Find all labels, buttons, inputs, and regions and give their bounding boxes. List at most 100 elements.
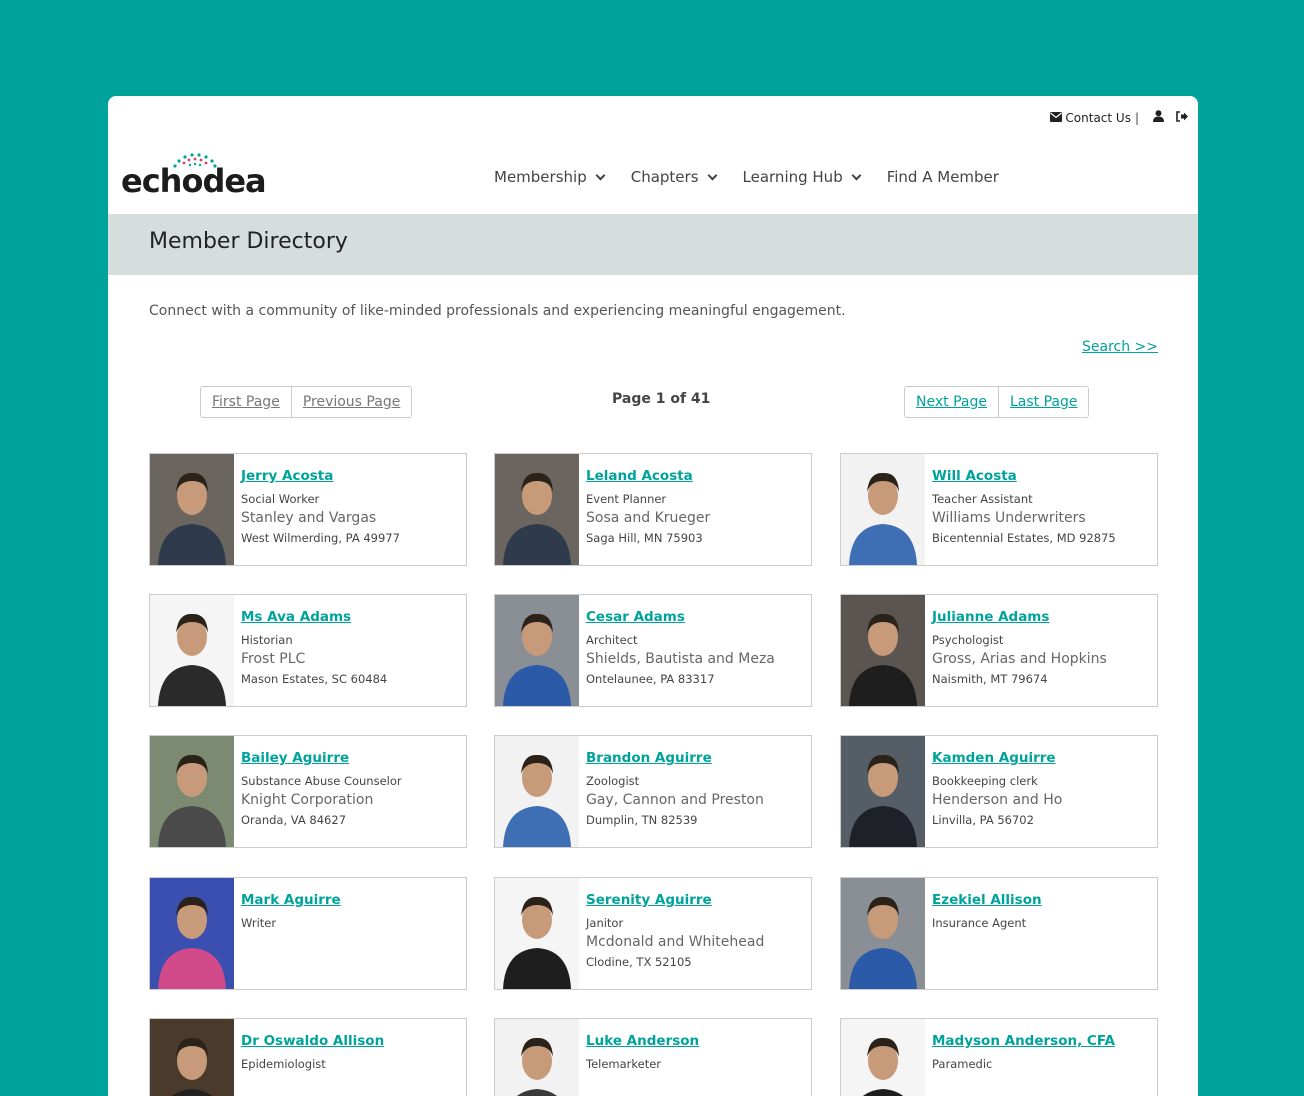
member-info: Ezekiel Allison Insurance Agent [932,892,1151,934]
member-photo[interactable] [841,454,925,565]
member-location: Clodine, TX 52105 [586,955,692,969]
member-name-link[interactable]: Leland Acosta [586,468,805,484]
member-location: Oranda, VA 84627 [241,813,347,827]
member-info: Dr Oswaldo Allison Epidemiologist [241,1033,460,1075]
member-photo[interactable] [495,454,579,565]
member-organization: Stanley and Vargas [241,510,377,526]
member-info: Will Acosta Teacher Assistant Williams Und… [932,468,1151,545]
nav-find-a-member[interactable]: Find A Member [887,168,999,186]
member-name-link[interactable]: Madyson Anderson, CFA [932,1033,1151,1049]
member-name-link[interactable]: Bailey Aguirre [241,750,460,766]
pager-left: First Page Previous Page [200,386,413,418]
nav-chapters-label: Chapters [630,168,699,186]
nav-membership-label: Membership [494,168,587,186]
member-info: Leland Acosta Event Planner Sosa and Krueg… [586,468,805,545]
nav-membership[interactable]: Membership [494,168,606,186]
member-card: Ms Ava Adams Historian Frost PLC Mason Esta… [149,594,467,707]
member-name-link[interactable]: Jerry Acosta [241,468,460,484]
member-photo[interactable] [841,595,925,706]
first-page-button[interactable]: First Page [201,387,292,417]
member-location: Bicentennial Estates, MD 92875 [932,531,1116,545]
top-utility-bar: Contact Us | [1050,110,1188,125]
echodea-logo[interactable]: echodea [121,152,281,202]
member-job-title: Janitor [586,916,624,930]
member-location: Dumplin, TN 82539 [586,813,698,827]
last-page-button[interactable]: Last Page [999,387,1089,417]
member-organization: Mcdonald and Whitehead [586,934,765,950]
member-job-title: Architect [586,633,638,647]
member-photo[interactable] [150,1019,234,1096]
member-job-title: Zoologist [586,774,640,788]
member-name-link[interactable]: Will Acosta [932,468,1151,484]
member-name-link[interactable]: Dr Oswaldo Allison [241,1033,460,1049]
member-organization: Henderson and Ho [932,792,1063,808]
search-link[interactable]: Search >> [1082,339,1158,355]
member-location: West Wilmerding, PA 49977 [241,531,400,545]
main-nav: Membership Chapters Learning Hub Find A … [494,168,1026,186]
member-organization: Shields, Bautista and Meza [586,651,775,667]
member-info: Ms Ava Adams Historian Frost PLC Mason Esta… [241,609,460,686]
member-info: Serenity Aguirre Janitor Mcdonald and Whit… [586,892,805,969]
previous-page-button[interactable]: Previous Page [292,387,412,417]
nav-learning-hub[interactable]: Learning Hub [743,168,862,186]
contact-us-link[interactable]: Contact Us [1065,111,1131,125]
member-location: Mason Estates, SC 60484 [241,672,388,686]
member-photo[interactable] [150,736,234,847]
user-icon[interactable] [1153,110,1164,125]
member-job-title: Writer [241,916,277,930]
member-photo[interactable] [150,878,234,989]
page-title-bar: Member Directory [108,214,1198,275]
member-location: Naismith, MT 79674 [932,672,1048,686]
member-job-title: Paramedic [932,1057,993,1071]
member-info: Cesar Adams Architect Shields, Bautista an… [586,609,805,686]
next-page-button[interactable]: Next Page [905,387,999,417]
member-photo[interactable] [841,1019,925,1096]
member-name-link[interactable]: Ezekiel Allison [932,892,1151,908]
member-photo[interactable] [841,736,925,847]
member-name-link[interactable]: Cesar Adams [586,609,805,625]
member-card: Madyson Anderson, CFA Paramedic [840,1018,1158,1096]
member-info: Kamden Aguirre Bookkeeping clerk Henderson… [932,750,1151,827]
member-name-link[interactable]: Ms Ava Adams [241,609,460,625]
member-info: Madyson Anderson, CFA Paramedic [932,1033,1151,1075]
chevron-down-icon [595,170,606,180]
member-info: Mark Aguirre Writer [241,892,460,934]
member-job-title: Psychologist [932,633,1004,647]
member-job-title: Insurance Agent [932,916,1027,930]
member-info: Julianne Adams Psychologist Gross, Arias a… [932,609,1151,686]
page-title: Member Directory [149,229,348,254]
member-card: Cesar Adams Architect Shields, Bautista an… [494,594,812,707]
member-info: Bailey Aguirre Substance Abuse Counselor K… [241,750,460,827]
member-photo[interactable] [150,454,234,565]
member-name-link[interactable]: Serenity Aguirre [586,892,805,908]
member-name-link[interactable]: Kamden Aguirre [932,750,1151,766]
member-photo[interactable] [495,595,579,706]
member-name-link[interactable]: Brandon Aguirre [586,750,805,766]
member-card: Will Acosta Teacher Assistant Williams Und… [840,453,1158,566]
member-info: Luke Anderson Telemarketer [586,1033,805,1075]
member-photo[interactable] [150,595,234,706]
intro-text: Connect with a community of like-minded … [149,303,846,319]
member-card: Brandon Aguirre Zoologist Gay, Cannon and … [494,735,812,848]
divider: | [1134,110,1139,125]
member-photo[interactable] [495,736,579,847]
member-location: Saga Hill, MN 75903 [586,531,703,545]
chevron-down-icon [851,170,862,180]
member-photo[interactable] [495,1019,579,1096]
member-card: Dr Oswaldo Allison Epidemiologist [149,1018,467,1096]
pager-right: Next Page Last Page [904,386,1090,418]
member-card: Ezekiel Allison Insurance Agent [840,877,1158,990]
member-organization: Gross, Arias and Hopkins [932,651,1107,667]
member-name-link[interactable]: Luke Anderson [586,1033,805,1049]
page-indicator: Page 1 of 41 [612,391,711,407]
page-frame: Contact Us | echodea Membership Chapters… [108,96,1198,1096]
member-name-link[interactable]: Julianne Adams [932,609,1151,625]
member-job-title: Epidemiologist [241,1057,326,1071]
logout-icon[interactable] [1176,110,1188,125]
member-name-link[interactable]: Mark Aguirre [241,892,460,908]
member-info: Brandon Aguirre Zoologist Gay, Cannon and … [586,750,805,827]
member-photo[interactable] [495,878,579,989]
nav-chapters[interactable]: Chapters [630,168,717,186]
member-photo[interactable] [841,878,925,989]
member-card: Kamden Aguirre Bookkeeping clerk Henderson… [840,735,1158,848]
